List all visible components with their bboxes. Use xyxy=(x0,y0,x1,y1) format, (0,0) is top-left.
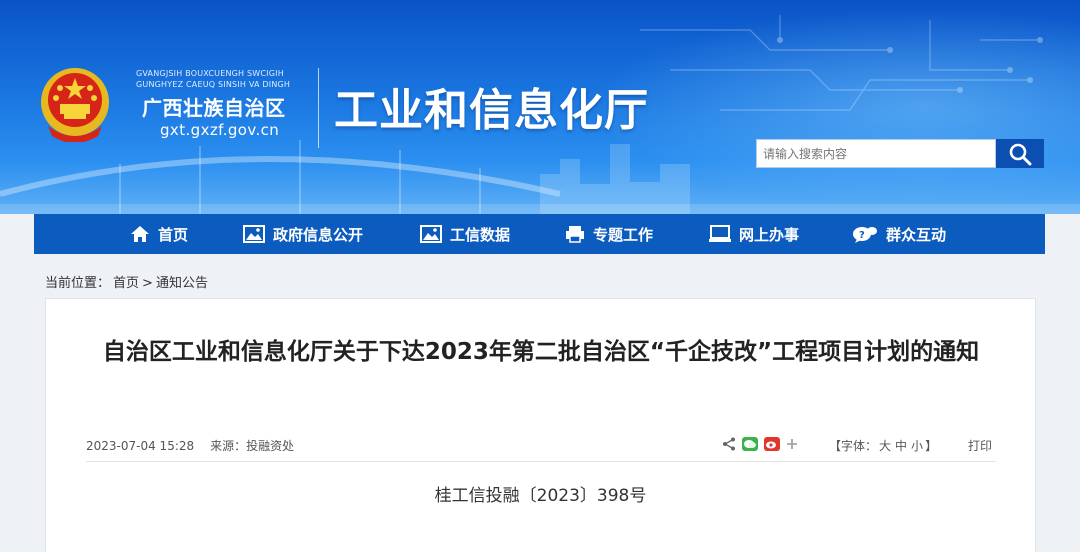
search-button[interactable] xyxy=(996,139,1044,168)
nav-item-label: 工信数据 xyxy=(450,225,511,244)
nav-item-industry-data[interactable]: 工信数据 xyxy=(420,214,510,254)
nav-item-online-services[interactable]: 网上办事 xyxy=(709,214,799,254)
font-size-medium-button[interactable]: 中 xyxy=(895,439,907,453)
nav-item-government-info[interactable]: 政府信息公开 xyxy=(243,214,363,254)
search-input[interactable] xyxy=(756,139,996,168)
nav-item-label: 群众互动 xyxy=(886,225,947,244)
breadcrumb-current-link[interactable]: 通知公告 xyxy=(156,276,208,291)
font-size-prefix: 【字体： xyxy=(829,439,878,453)
article-container: 自治区工业和信息化厅关于下达2023年第二批自治区“千企技改”工程项目计划的通知… xyxy=(45,298,1036,552)
nav-item-label: 专题工作 xyxy=(593,225,654,244)
national-emblem-icon xyxy=(41,68,109,142)
breadcrumb-home-link[interactable]: 首页 xyxy=(113,276,139,291)
wechat-icon[interactable] xyxy=(742,437,758,451)
nav-item-label: 网上办事 xyxy=(739,225,800,244)
search-icon xyxy=(1009,143,1032,165)
more-share-icon[interactable] xyxy=(786,438,798,450)
font-size-suffix: 】 xyxy=(925,439,938,453)
meta-divider xyxy=(86,461,996,462)
header-banner: GVANGJSIH BOUXCUENGH SWCIGIH GUNGHYEZ CA… xyxy=(0,0,1080,214)
latin-name: GVANGJSIH BOUXCUENGH SWCIGIH GUNGHYEZ CA… xyxy=(136,68,306,90)
nav-item-home[interactable]: 首页 xyxy=(130,214,188,254)
latin-name-line-2: GUNGHYEZ CAEUQ SINSIH VA DINGH xyxy=(136,80,291,89)
breadcrumb-separator: > xyxy=(142,276,153,291)
site-domain: gxt.gxzf.gov.cn xyxy=(160,121,280,139)
font-size-small-button[interactable]: 小 xyxy=(911,439,923,453)
image-icon xyxy=(420,225,442,243)
header-divider xyxy=(318,68,319,148)
latin-name-line-1: GVANGJSIH BOUXCUENGH SWCIGIH xyxy=(136,69,284,78)
monitor-icon xyxy=(709,225,731,242)
document-number: 桂工信投融〔2023〕398号 xyxy=(434,486,647,506)
nav-item-label: 首页 xyxy=(158,225,189,244)
region-name: 广西壮族自治区 xyxy=(142,96,286,120)
share-bar xyxy=(722,437,804,451)
font-size-control: 【字体：大中小】 xyxy=(829,437,937,454)
main-nav: 首页 政府信息公开 工信数据 专题工作 网上办事 ? 群众互动 xyxy=(34,214,1045,254)
font-size-large-button[interactable]: 大 xyxy=(879,439,891,453)
printer-icon xyxy=(566,226,584,243)
share-icon[interactable] xyxy=(722,437,736,451)
publish-datetime: 2023-07-04 15:28 xyxy=(86,439,195,453)
print-button[interactable]: 打印 xyxy=(968,437,992,454)
nav-item-label: 政府信息公开 xyxy=(273,225,364,244)
chat-icon: ? xyxy=(853,227,877,243)
article-title: 自治区工业和信息化厅关于下达2023年第二批自治区“千企技改”工程项目计划的通知 xyxy=(102,339,980,365)
source-label: 来源： xyxy=(210,439,247,453)
source-value: 投融资处 xyxy=(246,439,295,453)
nav-item-public-interaction[interactable]: ? 群众互动 xyxy=(852,214,946,254)
image-icon xyxy=(243,225,265,243)
breadcrumb-prefix: 当前位置： xyxy=(45,276,111,291)
svg-text:?: ? xyxy=(859,230,865,241)
breadcrumb: 当前位置： 首页 > 通知公告 xyxy=(45,272,211,291)
department-title: 工业和信息化厅 xyxy=(334,85,649,136)
home-icon xyxy=(131,226,149,242)
article-meta: 2023-07-04 15:28 来源：投融资处 xyxy=(86,437,294,454)
weibo-icon[interactable] xyxy=(764,437,780,451)
nav-item-special-work[interactable]: 专题工作 xyxy=(565,214,653,254)
